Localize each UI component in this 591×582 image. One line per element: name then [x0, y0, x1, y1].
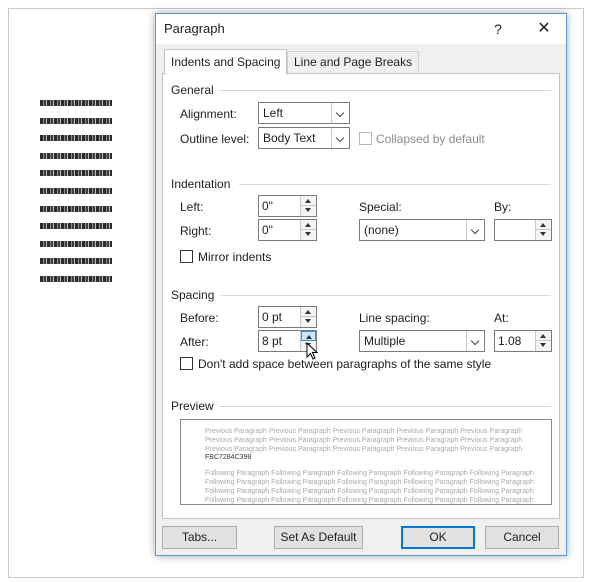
decrement-icon[interactable] [301, 230, 316, 240]
alignment-value: Left [263, 106, 284, 120]
decrement-icon[interactable] [301, 317, 316, 327]
collapsed-by-default-label: Collapsed by default [376, 132, 485, 146]
dont-add-space-checkbox[interactable] [180, 357, 193, 370]
decrement-icon[interactable] [536, 341, 551, 351]
preview-following-line: Following Paragraph Following Paragraph … [205, 470, 534, 477]
mouse-pointer-icon [306, 342, 319, 360]
doc-line [40, 135, 112, 142]
mirror-indents-checkbox[interactable] [180, 250, 193, 263]
help-button[interactable]: ? [486, 17, 510, 41]
tab-label: Indents and Spacing [171, 55, 281, 69]
chevron-down-icon[interactable] [466, 331, 484, 351]
ok-button[interactable]: OK [401, 526, 475, 549]
preview-previous-line: Previous Paragraph Previous Paragraph Pr… [205, 428, 523, 435]
special-value: (none) [364, 223, 399, 237]
title-bar[interactable]: Paragraph ? ✕ [156, 14, 566, 44]
line-spacing-label: Line spacing: [359, 311, 430, 325]
doc-line [40, 152, 112, 159]
at-value: 1.08 [498, 334, 522, 348]
preview-previous-line: Previous Paragraph Previous Paragraph Pr… [205, 437, 523, 444]
outline-level-select[interactable]: Body Text [258, 127, 350, 149]
divider [219, 406, 551, 407]
document-text-lines [40, 100, 112, 294]
doc-line [40, 275, 112, 282]
before-label: Before: [180, 311, 219, 325]
dont-add-space-label: Don't add space between paragraphs of th… [198, 357, 492, 371]
doc-line [40, 205, 112, 212]
general-heading: General [171, 83, 214, 97]
left-indent-value: 0" [262, 199, 273, 213]
left-indent-label: Left: [180, 200, 204, 214]
paragraph-dialog: Paragraph ? ✕ Indents and Spacing Line a… [155, 13, 567, 556]
by-label: By: [494, 200, 512, 214]
doc-line [40, 258, 112, 265]
chevron-down-icon[interactable] [331, 103, 349, 123]
collapsed-by-default-checkbox[interactable] [359, 132, 372, 145]
by-spinner[interactable] [494, 219, 552, 241]
tab-line-and-page-breaks[interactable]: Line and Page Breaks [287, 51, 420, 74]
decrement-icon[interactable] [536, 230, 551, 240]
alignment-select[interactable]: Left [258, 102, 350, 124]
spinner-buttons [535, 220, 551, 240]
mirror-indents-label: Mirror indents [198, 250, 272, 264]
divider [221, 295, 551, 296]
increment-icon[interactable] [301, 196, 316, 206]
dialog-title: Paragraph [164, 21, 225, 36]
doc-line [40, 187, 112, 194]
cancel-button[interactable]: Cancel [485, 526, 559, 549]
left-indent-spinner[interactable]: 0" [258, 195, 317, 217]
special-select[interactable]: (none) [359, 219, 485, 241]
increment-icon[interactable] [301, 331, 316, 341]
right-indent-spinner[interactable]: 0" [258, 219, 317, 241]
at-spinner[interactable]: 1.08 [494, 330, 552, 352]
tab-panel: General Alignment: Left Outline level: B… [162, 73, 560, 519]
indentation-heading: Indentation [171, 177, 231, 191]
preview-following-line: Following Paragraph Following Paragraph … [205, 497, 534, 504]
spacing-heading: Spacing [171, 288, 215, 302]
chevron-down-icon[interactable] [466, 220, 484, 240]
tab-label: Line and Page Breaks [294, 55, 413, 69]
divider [239, 184, 551, 185]
divider [219, 90, 551, 91]
preview-previous-line: Previous Paragraph Previous Paragraph Pr… [205, 446, 523, 453]
preview-sample-text: FBC7284C398 [205, 454, 252, 461]
after-value: 8 pt [262, 334, 283, 348]
increment-icon[interactable] [536, 220, 551, 230]
special-label: Special: [359, 200, 402, 214]
increment-icon[interactable] [536, 331, 551, 341]
doc-line [40, 223, 112, 230]
before-value: 0 pt [262, 310, 283, 324]
alignment-label: Alignment: [180, 107, 237, 121]
tabs-button[interactable]: Tabs... [162, 526, 237, 549]
increment-icon[interactable] [301, 307, 316, 317]
preview-box: Previous Paragraph Previous Paragraph Pr… [180, 419, 552, 505]
right-indent-value: 0" [262, 223, 273, 237]
before-spinner[interactable]: 0 pt [258, 306, 317, 328]
preview-following-line: Following Paragraph Following Paragraph … [205, 488, 534, 495]
at-label: At: [494, 311, 509, 325]
preview-heading: Preview [171, 399, 214, 413]
doc-line [40, 240, 112, 247]
doc-line [40, 100, 112, 106]
outline-level-label: Outline level: [180, 132, 250, 146]
line-spacing-select[interactable]: Multiple [359, 330, 485, 352]
chevron-down-icon[interactable] [331, 128, 349, 148]
close-button[interactable]: ✕ [530, 17, 558, 41]
preview-following-line: Following Paragraph Following Paragraph … [205, 479, 534, 486]
right-indent-label: Right: [180, 224, 212, 238]
decrement-icon[interactable] [301, 206, 316, 216]
spinner-buttons [300, 196, 316, 216]
after-label: After: [180, 335, 209, 349]
tab-indents-and-spacing[interactable]: Indents and Spacing [164, 49, 288, 75]
doc-line [40, 117, 112, 124]
spinner-buttons [300, 307, 316, 327]
increment-icon[interactable] [301, 220, 316, 230]
outline-level-value: Body Text [263, 131, 316, 145]
spinner-buttons [300, 220, 316, 240]
spinner-buttons [535, 331, 551, 351]
set-as-default-button[interactable]: Set As Default [274, 526, 363, 549]
line-spacing-value: Multiple [364, 334, 406, 348]
doc-line [40, 170, 112, 177]
